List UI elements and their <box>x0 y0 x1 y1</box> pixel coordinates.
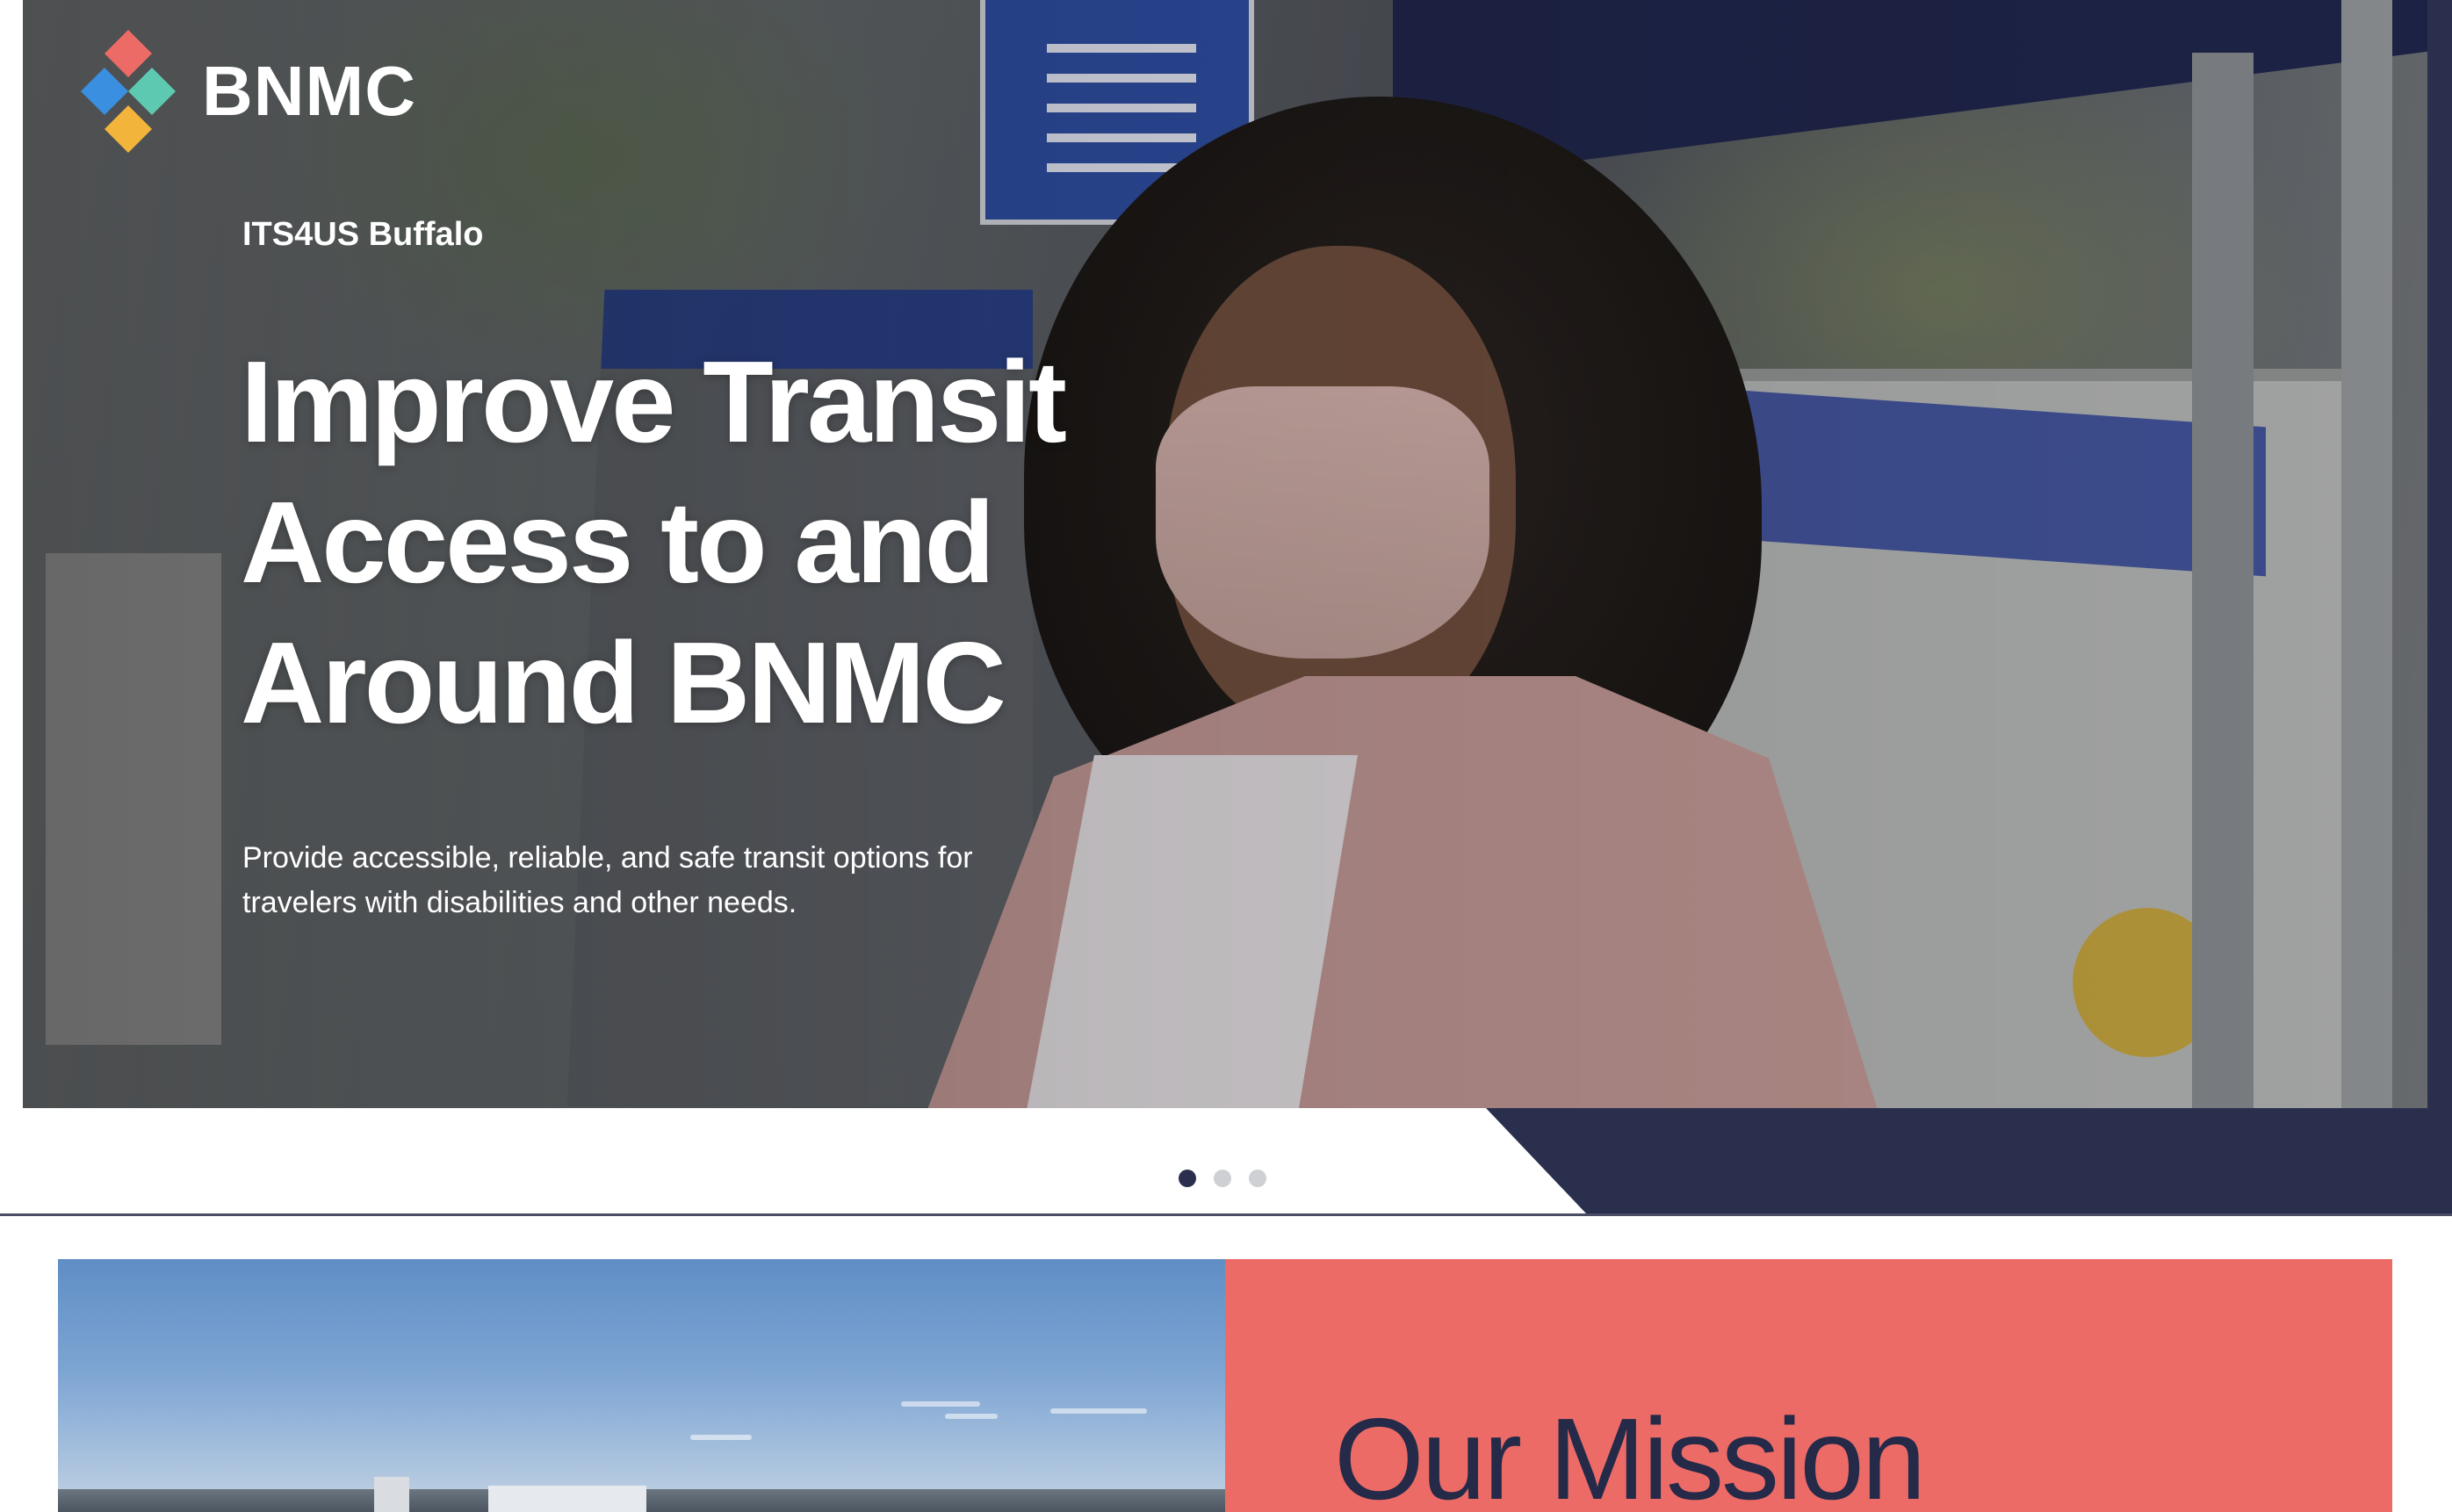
mission-title: Our Mission <box>1334 1394 1926 1512</box>
headline-line: Improve Transit <box>241 337 1067 466</box>
hero-headline: Improve Transit Access to and Around BNM… <box>241 332 1084 753</box>
mission-panel: Our Mission <box>1225 1259 2392 1512</box>
brand-logo-link[interactable]: BNMC <box>67 30 416 153</box>
brand-name: BNMC <box>202 52 416 130</box>
city-skyline-image <box>58 1259 1225 1512</box>
headline-line: Around BNMC <box>241 618 1006 747</box>
carousel-dot-2[interactable] <box>1214 1170 1231 1187</box>
hero-navy-strip <box>2424 0 2452 1108</box>
carousel-dot-1[interactable] <box>1179 1170 1196 1187</box>
hero-eyebrow: ITS4US Buffalo <box>242 216 484 253</box>
mission-section: Our Mission <box>58 1259 2392 1512</box>
diamond-cluster-logo-icon <box>67 30 190 153</box>
headline-line: Access to and <box>241 478 995 607</box>
hero-section: BNMC ITS4US Buffalo Improve Transit Acce… <box>0 0 2452 1216</box>
carousel-pagination <box>1179 1170 1266 1187</box>
carousel-dot-3[interactable] <box>1249 1170 1266 1187</box>
hero-description: Provide accessible, reliable, and safe t… <box>242 841 973 919</box>
